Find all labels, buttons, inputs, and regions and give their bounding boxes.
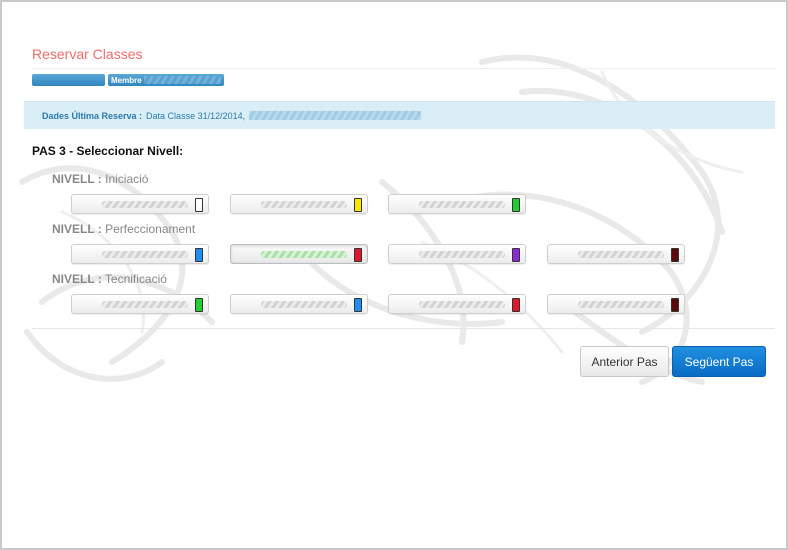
level-name: Iniciació [105,172,149,186]
last-booking-value: Data Classe 31/12/2014, [146,110,246,121]
color-swatch [512,298,520,312]
next-step-button[interactable]: Següent Pas [672,346,766,377]
title-divider [32,68,775,69]
level-option-button[interactable] [388,294,526,314]
page-title: Reservar Classes [32,46,143,62]
color-swatch [195,198,203,212]
redacted-option-label [419,201,505,208]
level-option-button[interactable] [71,244,209,264]
level-heading-perfeccionament: NIVELL : Perfeccionament [52,222,195,236]
color-swatch [195,298,203,312]
color-swatch [671,298,679,312]
breadcrumb-step-member[interactable]: Membre [108,74,224,86]
level-option-button[interactable] [230,294,368,314]
redacted-option-label [419,301,505,308]
level-option-button[interactable] [547,244,685,264]
level-option-button[interactable] [388,244,526,264]
level-name: Tecnificació [104,272,167,286]
level-key: NIVELL : [52,272,102,286]
level-heading-tecnificacio: NIVELL : Tecnificació [52,272,167,286]
level-option-button[interactable] [388,194,526,214]
color-swatch [354,248,362,262]
last-booking-label: Dades Última Reserva : [42,110,143,121]
redacted-option-label [261,301,347,308]
level-option-button[interactable] [71,294,209,314]
level-option-button[interactable] [71,194,209,214]
color-swatch [354,298,362,312]
previous-step-button[interactable]: Anterior Pas [580,346,669,377]
level-option-button[interactable] [547,294,685,314]
color-swatch [671,248,679,262]
color-swatch [512,248,520,262]
redacted-option-label [578,251,664,258]
level-name: Perfeccionament [105,222,196,236]
window-frame: Reservar Classes Membre Dades Última Res… [0,0,788,550]
redacted-option-label [419,251,505,258]
level-option-button[interactable] [230,194,368,214]
actions-divider [32,328,775,329]
last-booking-info-bar: Dades Última Reserva : Data Classe 31/12… [24,101,775,129]
redacted-option-label [102,201,188,208]
color-swatch [512,198,520,212]
breadcrumb-member-label: Membre [111,75,142,85]
redacted-booking-details [249,111,422,120]
breadcrumb-step-1[interactable] [32,74,105,86]
redacted-option-label [261,251,347,258]
level-heading-iniciacio: NIVELL : Iniciació [52,172,148,186]
color-swatch [195,248,203,262]
level-key: NIVELL : [52,222,102,236]
breadcrumb: Membre [32,74,224,86]
redacted-option-label [102,301,188,308]
redacted-member-name [143,76,221,84]
level-key: NIVELL : [52,172,102,186]
step-title: PAS 3 - Seleccionar Nivell: [32,144,184,158]
redacted-option-label [578,301,664,308]
color-swatch [354,198,362,212]
level-option-button[interactable] [230,244,368,264]
redacted-option-label [102,251,188,258]
redacted-option-label [261,201,347,208]
